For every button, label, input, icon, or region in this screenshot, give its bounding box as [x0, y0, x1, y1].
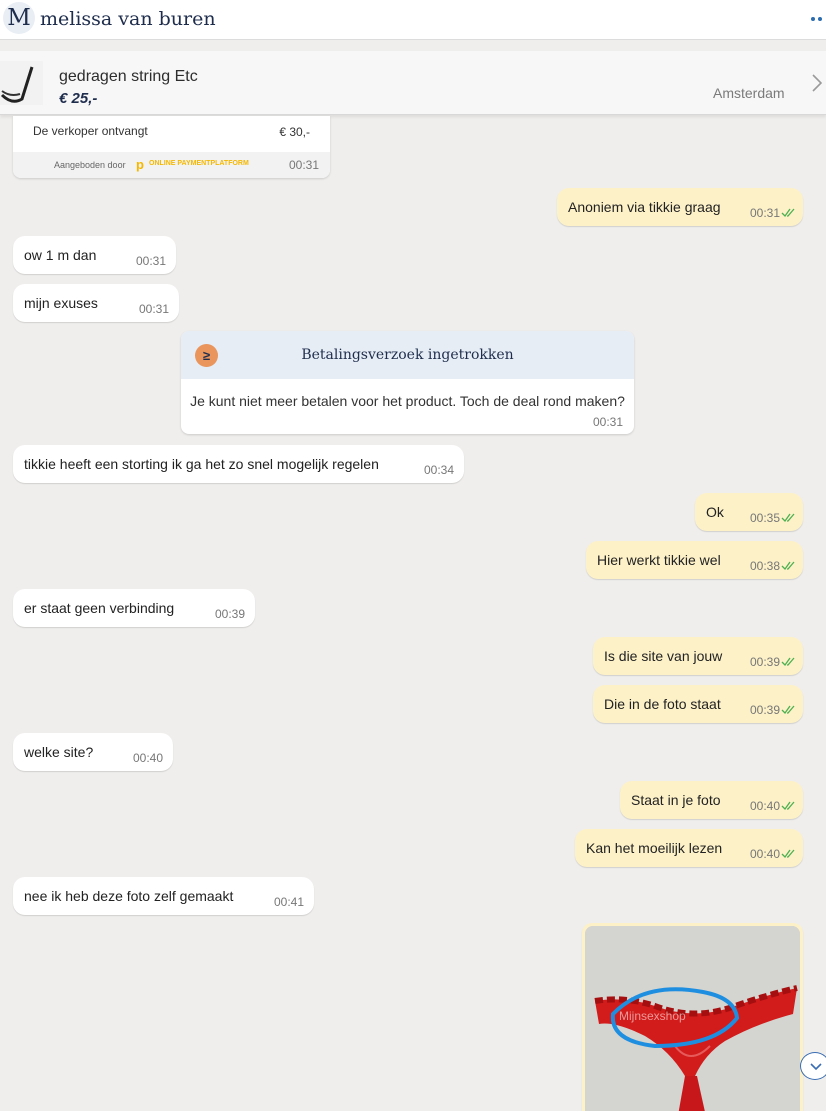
- message-text: ow 1 m dan: [24, 247, 97, 263]
- message-text: Staat in je foto: [631, 792, 721, 808]
- message-text: welke site?: [24, 744, 94, 760]
- message-time: 00:40: [749, 847, 780, 861]
- listing-price: € 25,-: [59, 90, 98, 107]
- offer-offered-by: Aangeboden door: [54, 160, 126, 170]
- message-bubble[interactable]: mijn exuses 00:31: [13, 284, 179, 322]
- listing-thumbnail[interactable]: [0, 61, 43, 105]
- product-photo[interactable]: Mijnsexshop: [585, 926, 800, 1111]
- double-check-icon: [781, 849, 795, 859]
- message-bubble[interactable]: Die in de foto staat 00:39: [593, 685, 803, 723]
- chevron-down-icon: [810, 1063, 822, 1071]
- message-time: 00:40: [749, 799, 780, 813]
- message-text: mijn exuses: [24, 295, 98, 311]
- platform-name: ONLINE PAYMENTPLATFORM: [149, 160, 249, 167]
- message-time: 00:31: [749, 206, 780, 220]
- listing-title[interactable]: gedragen string Etc: [59, 68, 198, 86]
- more-dots-icon[interactable]: [811, 17, 825, 23]
- photo-watermark: Mijnsexshop: [619, 1009, 686, 1023]
- message-time: 00:41: [273, 895, 304, 909]
- double-check-icon: [781, 705, 795, 715]
- message-text: nee ik heb deze foto zelf gemaakt: [24, 888, 234, 904]
- double-check-icon: [781, 561, 795, 571]
- chat-header: M melissa van buren: [0, 0, 826, 40]
- scroll-down-button[interactable]: [800, 1052, 826, 1080]
- message-bubble[interactable]: Kan het moeilijk lezen 00:40: [575, 829, 803, 867]
- message-text: Is die site van jouw: [604, 648, 723, 664]
- message-text: Die in de foto staat: [604, 696, 721, 712]
- message-text: Hier werkt tikkie wel: [597, 552, 721, 568]
- message-time: 00:31: [135, 254, 166, 268]
- message-bubble[interactable]: ow 1 m dan 00:31: [13, 236, 176, 274]
- message-bubble[interactable]: Is die site van jouw 00:39: [593, 637, 803, 675]
- double-check-icon: [781, 208, 795, 218]
- contact-name[interactable]: melissa van buren: [40, 8, 216, 30]
- message-text: er staat geen verbinding: [24, 600, 175, 616]
- double-check-icon: [781, 513, 795, 523]
- system-card-title: Betalingsverzoek ingetrokken: [301, 347, 514, 363]
- system-card-time: 00:31: [592, 415, 623, 429]
- offer-amount: € 30,-: [279, 125, 310, 139]
- message-text: Ok: [706, 504, 724, 520]
- message-time: 00:39: [749, 703, 780, 717]
- offer-footer: Aangeboden door p ONLINE PAYMENTPLATFORM…: [13, 152, 330, 178]
- offer-time: 00:31: [288, 158, 319, 172]
- payment-request-withdrawn-card[interactable]: ≥ Betalingsverzoek ingetrokken Je kunt n…: [181, 331, 634, 434]
- message-bubble[interactable]: nee ik heb deze foto zelf gemaakt 00:41: [13, 877, 314, 915]
- double-check-icon: [781, 657, 795, 667]
- photo-message[interactable]: Mijnsexshop: [582, 923, 803, 1111]
- message-bubble[interactable]: er staat geen verbinding 00:39: [13, 589, 255, 627]
- offer-label: De verkoper ontvangt: [33, 124, 148, 138]
- message-time: 00:34: [423, 463, 454, 477]
- listing-bar[interactable]: gedragen string Etc € 25,- Amsterdam: [0, 51, 826, 115]
- listing-location: Amsterdam: [713, 85, 785, 101]
- message-time: 00:39: [749, 655, 780, 669]
- message-bubble[interactable]: tikkie heeft een storting ik ga het zo s…: [13, 445, 464, 483]
- message-text: Kan het moeilijk lezen: [586, 840, 723, 856]
- message-bubble[interactable]: Ok 00:35: [695, 493, 803, 531]
- system-card-body: Je kunt niet meer betalen voor het produ…: [190, 393, 625, 409]
- message-text: Anoniem via tikkie graag: [568, 199, 721, 215]
- message-bubble[interactable]: Anoniem via tikkie graag 00:31: [557, 188, 803, 226]
- message-time: 00:38: [749, 559, 780, 573]
- message-time: 00:39: [214, 607, 245, 621]
- message-time: 00:40: [132, 751, 163, 765]
- message-time: 00:35: [749, 511, 780, 525]
- double-check-icon: [781, 801, 795, 811]
- message-bubble[interactable]: Staat in je foto 00:40: [620, 781, 803, 819]
- message-time: 00:31: [138, 302, 169, 316]
- message-bubble[interactable]: welke site? 00:40: [13, 733, 173, 771]
- chevron-right-icon[interactable]: [812, 72, 823, 98]
- avatar[interactable]: M: [3, 2, 35, 34]
- platform-p-icon: p: [136, 157, 144, 172]
- message-text: tikkie heeft een storting ik ga het zo s…: [24, 456, 379, 472]
- system-card-header: ≥ Betalingsverzoek ingetrokken: [181, 331, 634, 379]
- message-bubble[interactable]: Hier werkt tikkie wel 00:38: [586, 541, 803, 579]
- offer-card: De verkoper ontvangt € 30,- Aangeboden d…: [13, 116, 330, 178]
